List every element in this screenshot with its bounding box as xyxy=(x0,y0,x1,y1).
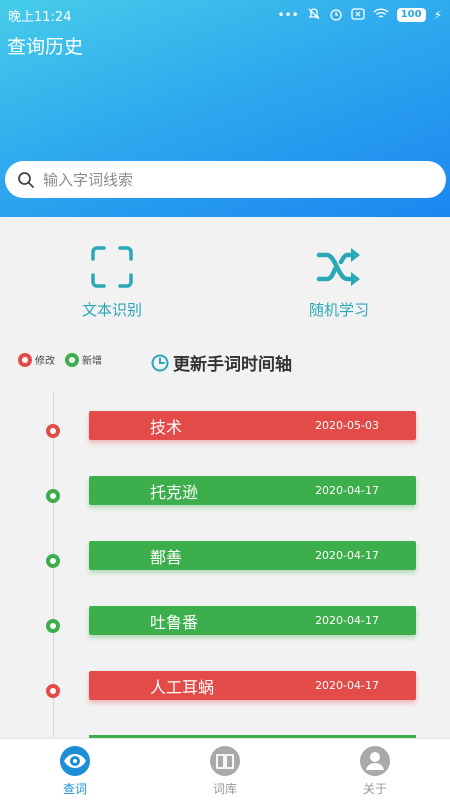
status-bar: 晚上11:24 ••• 100 ⚡ xyxy=(0,0,450,30)
added-dot-icon xyxy=(65,352,79,367)
sim-icon xyxy=(351,7,365,23)
bottom-tab-bar: 查词 词库 关于 xyxy=(0,738,450,800)
legend-modified: 修改 xyxy=(18,352,55,367)
entry-date: 2020-05-03 xyxy=(315,419,379,432)
page-title: 查询历史 xyxy=(7,36,84,58)
shuffle-icon xyxy=(316,248,360,286)
legend-added: 新增 xyxy=(65,352,102,367)
random-learning-label: 随机学习 xyxy=(308,301,369,319)
timeline-title: 更新手词时间轴 xyxy=(173,355,292,375)
timeline-entry[interactable]: 鄯善 2020-04-17 xyxy=(0,541,450,573)
status-icons: ••• 100 ⚡ xyxy=(277,7,442,24)
tab-search-label: 查词 xyxy=(62,782,87,796)
eye-icon xyxy=(60,746,90,776)
random-learning-button[interactable]: 随机学习 xyxy=(279,245,399,320)
timeline-card[interactable]: 鄯善 2020-04-17 xyxy=(89,541,416,570)
alarm-icon xyxy=(329,7,343,24)
search-input[interactable] xyxy=(43,170,446,189)
book-icon xyxy=(210,746,240,776)
timeline-heading: 更新手词时间轴 xyxy=(151,350,292,375)
search-icon xyxy=(18,171,34,188)
text-recognition-label: 文本识别 xyxy=(81,301,142,319)
entry-word: 技术 xyxy=(150,417,183,437)
entry-date: 2020-04-17 xyxy=(315,614,379,627)
timeline-card[interactable]: 技术 2020-05-03 xyxy=(89,411,416,440)
modified-dot-icon xyxy=(18,352,32,367)
tab-about[interactable]: 关于 xyxy=(300,739,450,800)
timeline-card[interactable]: 吐鲁番 2020-04-17 xyxy=(89,606,416,635)
timeline-card[interactable]: 托克逊 2020-04-17 xyxy=(89,476,416,505)
header: 晚上11:24 ••• 100 ⚡ 查询历史 xyxy=(0,0,450,217)
timeline-dot-icon xyxy=(46,424,60,438)
entry-word: 托克逊 xyxy=(150,482,199,502)
timeline-card[interactable]: 人工耳蜗 2020-04-17 xyxy=(89,671,416,700)
timeline-dot-icon xyxy=(46,489,60,503)
legend-added-label: 新增 xyxy=(82,356,102,367)
entry-date: 2020-04-17 xyxy=(315,549,379,562)
entry-date: 2020-04-17 xyxy=(315,484,379,497)
timeline-entry[interactable]: 技术 2020-05-03 xyxy=(0,411,450,443)
tab-search[interactable]: 查词 xyxy=(0,739,150,800)
legend: 修改 新增 xyxy=(18,352,102,367)
text-recognition-button[interactable]: 文本识别 xyxy=(52,245,172,320)
tab-about-label: 关于 xyxy=(362,782,387,796)
battery-indicator: 100 xyxy=(396,8,426,22)
status-time: 晚上11:24 xyxy=(8,9,72,25)
timeline-entry[interactable]: 吐鲁番 2020-04-17 xyxy=(0,606,450,638)
search-bar[interactable] xyxy=(5,161,446,198)
tab-vocabulary-label: 词库 xyxy=(212,782,237,796)
person-icon xyxy=(360,746,390,776)
tab-vocabulary[interactable]: 词库 xyxy=(150,739,300,800)
wifi-icon xyxy=(373,7,389,23)
timeline-dot-icon xyxy=(46,684,60,698)
timeline-entry[interactable]: 人工耳蜗 2020-04-17 xyxy=(0,671,450,703)
legend-modified-label: 修改 xyxy=(35,356,55,367)
signal-icon: ••• xyxy=(277,8,299,22)
entry-word: 吐鲁番 xyxy=(150,612,199,632)
timeline-dot-icon xyxy=(46,554,60,568)
entry-word: 人工耳蜗 xyxy=(150,677,215,697)
scan-frame-icon xyxy=(91,246,133,288)
clock-icon xyxy=(151,354,169,371)
timeline-dot-icon xyxy=(46,619,60,633)
charging-icon: ⚡ xyxy=(433,8,442,22)
entry-date: 2020-04-17 xyxy=(315,679,379,692)
mute-icon xyxy=(307,7,321,24)
timeline-entry[interactable]: 托克逊 2020-04-17 xyxy=(0,476,450,508)
entry-word: 鄯善 xyxy=(150,547,183,567)
